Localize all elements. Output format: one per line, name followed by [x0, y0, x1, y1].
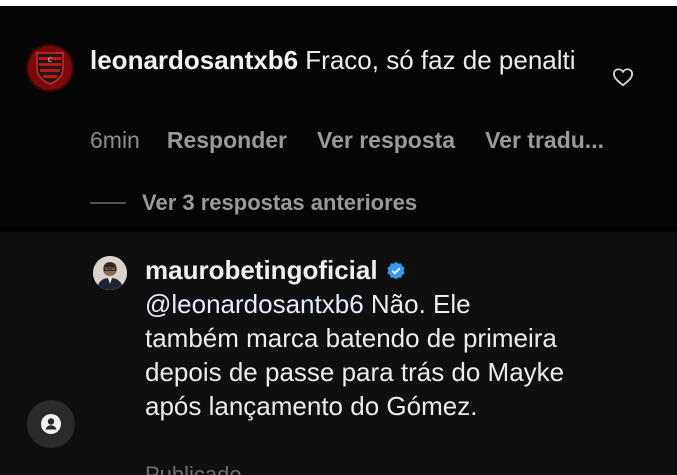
reply-meta-cut: Publicado... [145, 462, 260, 475]
comment-text: Fraco, só faz de penalti [298, 45, 576, 75]
person-icon [41, 414, 61, 434]
comment-body: leonardosantxb6 Fraco, só faz de penalti [90, 44, 590, 77]
view-reply-link[interactable]: Ver resposta [317, 127, 455, 154]
commenter-avatar[interactable]: C [26, 44, 74, 92]
view-previous-replies-label[interactable]: Ver 3 respostas anteriores [142, 190, 417, 216]
flamengo-crest-icon: C [36, 52, 64, 85]
replies-divider [90, 202, 126, 204]
view-previous-replies[interactable]: Ver 3 respostas anteriores [90, 190, 417, 216]
comment-timestamp: 6min [90, 127, 140, 153]
reply-mention-link[interactable]: @leonardosantxb6 [145, 289, 364, 319]
verified-badge-icon [386, 261, 405, 279]
reply-body: @leonardosantxb6 Não. Ele também marca b… [145, 287, 565, 423]
reply-button[interactable]: Responder [167, 127, 287, 154]
reply-avatar[interactable] [93, 256, 127, 290]
view-translation-link[interactable]: Ver tradu... [485, 127, 604, 154]
reply-username-row: maurobetingoficial [145, 254, 406, 287]
svg-text:C: C [48, 57, 52, 64]
profile-photo-icon [93, 256, 127, 290]
floating-profile-button[interactable] [27, 400, 75, 448]
comment-meta-row: 6min Responder Ver resposta Ver tradu... [90, 127, 670, 154]
heart-outline-icon[interactable] [612, 67, 634, 87]
reply-username[interactable]: maurobetingoficial [145, 254, 378, 287]
commenter-username[interactable]: leonardosantxb6 [90, 45, 298, 75]
